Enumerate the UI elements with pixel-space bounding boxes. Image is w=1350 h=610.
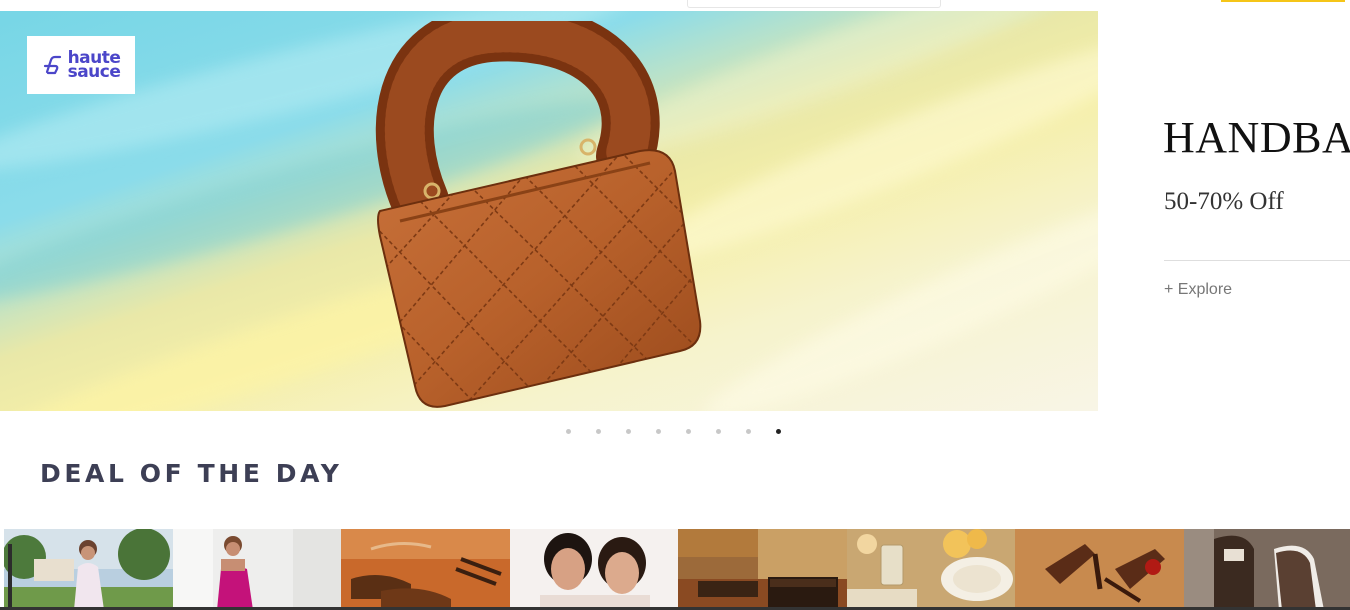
brand-mark-icon [43, 55, 61, 75]
deal-tile[interactable] [4, 529, 173, 610]
deal-tile[interactable] [509, 529, 678, 610]
leather-wallet-belt-image [678, 529, 847, 610]
carousel-dot[interactable] [746, 429, 751, 434]
glassware-tableware-image [846, 529, 1015, 610]
deal-tile[interactable] [341, 529, 510, 610]
banner-divider [1164, 260, 1350, 261]
carousel-dots [566, 429, 781, 434]
brand-logo-text: haute sauce [67, 48, 121, 82]
banner-title: HANDBAGS [1163, 113, 1350, 162]
deal-strip [4, 529, 1350, 610]
carousel-dot[interactable] [686, 429, 691, 434]
two-women-portrait-image [509, 529, 678, 610]
deal-tile[interactable] [1183, 529, 1350, 610]
section-title-deal-of-the-day: DEAL OF THE DAY [40, 459, 343, 488]
search-bar-edge[interactable] [687, 0, 941, 8]
carousel-dot[interactable] [716, 429, 721, 434]
header-accent-bar [1221, 0, 1345, 2]
carousel-dot-active[interactable] [776, 429, 781, 434]
woman-garden-image [4, 529, 173, 610]
loafer-shoes-image [1183, 529, 1350, 610]
pink-dress-image [172, 529, 341, 610]
heeled-sandals-image [1015, 529, 1184, 610]
deal-tile[interactable] [846, 529, 1015, 610]
brand-logo: haute sauce [27, 36, 135, 94]
carousel-dot[interactable] [626, 429, 631, 434]
carousel-dot[interactable] [656, 429, 661, 434]
deal-tile[interactable] [1015, 529, 1184, 610]
carousel-dot[interactable] [596, 429, 601, 434]
handbag-image [375, 21, 702, 408]
explore-link[interactable]: + Explore [1164, 281, 1232, 299]
banner-discount: 50-70% Off [1164, 188, 1284, 215]
deal-tile[interactable] [678, 529, 847, 610]
hero-banner[interactable]: haute sauce [0, 11, 1098, 411]
brown-shoes-image [341, 529, 510, 610]
carousel-dot[interactable] [566, 429, 571, 434]
deal-tile[interactable] [172, 529, 341, 610]
